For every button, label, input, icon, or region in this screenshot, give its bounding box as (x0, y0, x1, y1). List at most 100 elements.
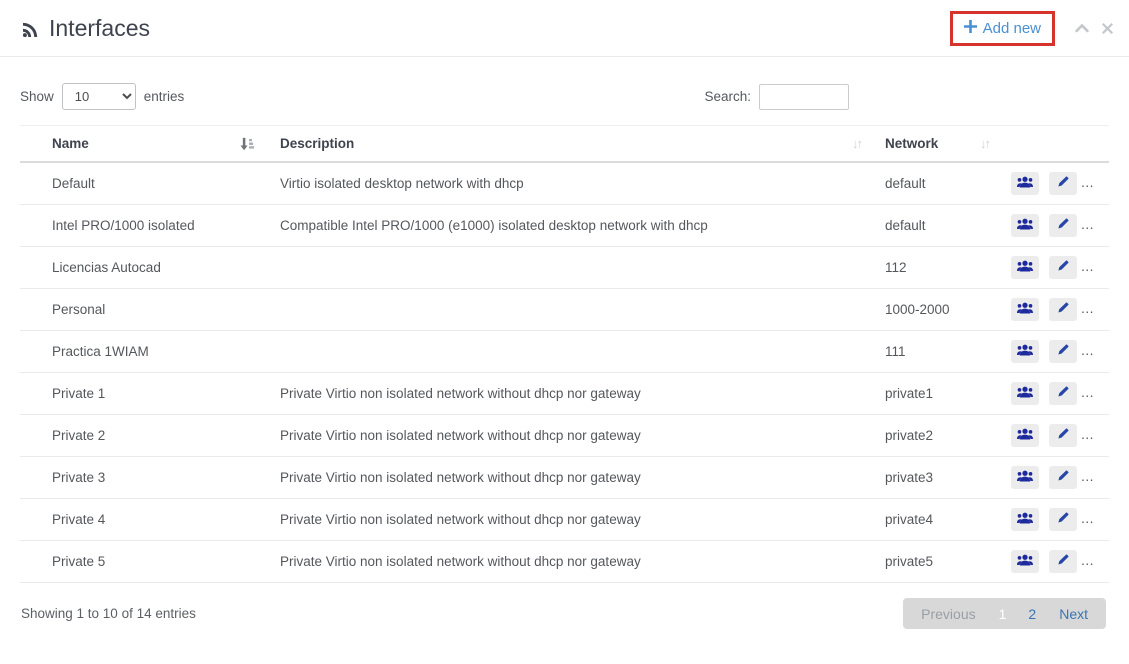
edit-button[interactable] (1049, 256, 1077, 279)
cell-actions (1005, 457, 1109, 499)
cell-name: Private 1 (20, 373, 272, 415)
cell-name: Private 5 (20, 541, 272, 583)
cell-description (272, 289, 877, 331)
table-row: Practica 1WIAM 111 (20, 331, 1109, 373)
edit-button[interactable] (1049, 172, 1077, 195)
delete-button[interactable] (1087, 172, 1109, 195)
table-row: Private 2 Private Virtio non isolated ne… (20, 415, 1109, 457)
users-icon (1017, 176, 1033, 191)
table-row: Intel PRO/1000 isolated Compatible Intel… (20, 205, 1109, 247)
table-row: Default Virtio isolated desktop network … (20, 162, 1109, 205)
delete-button[interactable] (1087, 256, 1109, 279)
cell-name: Intel PRO/1000 isolated (20, 205, 272, 247)
users-icon (1017, 470, 1033, 485)
column-label: Description (280, 136, 354, 151)
page-length-select[interactable]: 10 (62, 83, 136, 110)
pencil-icon (1057, 176, 1069, 191)
cell-actions (1005, 499, 1109, 541)
pencil-icon (1057, 218, 1069, 233)
table-header-row: Name Description ↓↑ (20, 126, 1109, 163)
delete-button[interactable] (1087, 298, 1109, 321)
column-header-description[interactable]: Description ↓↑ (272, 126, 877, 163)
cell-actions (1005, 331, 1109, 373)
pagination-previous[interactable]: Previous (909, 606, 987, 622)
delete-button[interactable] (1087, 340, 1109, 363)
plus-icon (964, 20, 977, 37)
cell-name: Licencias Autocad (20, 247, 272, 289)
users-icon (1017, 512, 1033, 527)
sort-asc-icon (239, 137, 254, 151)
edit-button[interactable] (1049, 466, 1077, 489)
edit-button[interactable] (1049, 214, 1077, 237)
page-title: Interfaces (20, 15, 150, 42)
edit-button[interactable] (1049, 424, 1077, 447)
cell-description: Private Virtio non isolated network with… (272, 373, 877, 415)
column-label: Name (52, 136, 89, 151)
table-row: Private 5 Private Virtio non isolated ne… (20, 541, 1109, 583)
delete-button[interactable] (1087, 424, 1109, 447)
pencil-icon (1057, 260, 1069, 275)
view-users-button[interactable] (1011, 508, 1039, 531)
pagination: Previous 1 2 Next (903, 598, 1106, 629)
edit-button[interactable] (1049, 550, 1077, 573)
delete-button[interactable] (1087, 214, 1109, 237)
entries-label: entries (144, 89, 185, 104)
column-header-actions (1005, 126, 1109, 163)
view-users-button[interactable] (1011, 466, 1039, 489)
delete-icon (1095, 554, 1107, 569)
delete-icon (1095, 470, 1107, 485)
cell-description: Private Virtio non isolated network with… (272, 541, 877, 583)
users-icon (1017, 386, 1033, 401)
table-body: Default Virtio isolated desktop network … (20, 162, 1109, 583)
pagination-page-1[interactable]: 1 (988, 606, 1018, 622)
view-users-button[interactable] (1011, 340, 1039, 363)
view-users-button[interactable] (1011, 214, 1039, 237)
cell-actions (1005, 541, 1109, 583)
pagination-page-2[interactable]: 2 (1017, 606, 1047, 622)
cell-network: default (877, 205, 1005, 247)
cell-description: Private Virtio non isolated network with… (272, 457, 877, 499)
collapse-panel-button[interactable] (1075, 23, 1089, 33)
cell-actions (1005, 415, 1109, 457)
delete-button[interactable] (1087, 466, 1109, 489)
users-icon (1017, 344, 1033, 359)
page-title-text: Interfaces (49, 15, 150, 42)
view-users-button[interactable] (1011, 424, 1039, 447)
delete-button[interactable] (1087, 382, 1109, 405)
users-icon (1017, 302, 1033, 317)
cell-description (272, 331, 877, 373)
table-footer: Showing 1 to 10 of 14 entries Previous 1… (0, 583, 1129, 629)
cell-network: 111 (877, 331, 1005, 373)
close-icon (1102, 23, 1113, 34)
cell-network: 112 (877, 247, 1005, 289)
column-header-network[interactable]: Network ↓↑ (877, 126, 1005, 163)
view-users-button[interactable] (1011, 382, 1039, 405)
users-icon (1017, 554, 1033, 569)
edit-button[interactable] (1049, 382, 1077, 405)
add-new-button[interactable]: Add new (964, 20, 1041, 37)
view-users-button[interactable] (1011, 298, 1039, 321)
sort-both-icon: ↓↑ (980, 136, 997, 151)
edit-button[interactable] (1049, 298, 1077, 321)
table-row: Private 1 Private Virtio non isolated ne… (20, 373, 1109, 415)
edit-button[interactable] (1049, 340, 1077, 363)
delete-button[interactable] (1087, 508, 1109, 531)
cell-description: Private Virtio non isolated network with… (272, 415, 877, 457)
view-users-button[interactable] (1011, 172, 1039, 195)
pagination-next[interactable]: Next (1047, 606, 1100, 622)
cell-actions (1005, 247, 1109, 289)
rss-icon (20, 20, 40, 40)
column-header-name[interactable]: Name (20, 126, 272, 163)
view-users-button[interactable] (1011, 256, 1039, 279)
delete-icon (1095, 176, 1107, 191)
close-panel-button[interactable] (1102, 23, 1113, 34)
cell-name: Private 4 (20, 499, 272, 541)
search-input[interactable] (759, 84, 849, 110)
edit-button[interactable] (1049, 508, 1077, 531)
cell-network: private5 (877, 541, 1005, 583)
delete-icon (1095, 428, 1107, 443)
view-users-button[interactable] (1011, 550, 1039, 573)
table-row: Private 4 Private Virtio non isolated ne… (20, 499, 1109, 541)
delete-button[interactable] (1087, 550, 1109, 573)
cell-network: default (877, 162, 1005, 205)
